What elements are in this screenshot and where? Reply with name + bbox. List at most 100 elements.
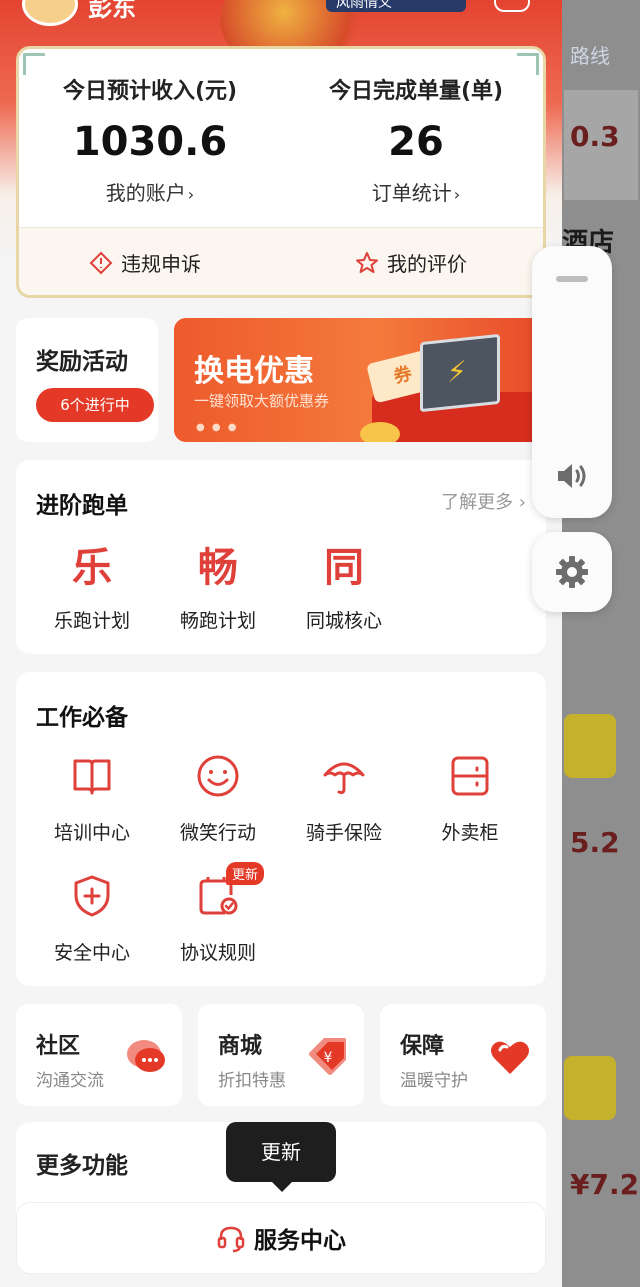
reward-count-pill: 6个进行中 — [36, 388, 154, 422]
background-value: 5.2 — [570, 826, 620, 859]
card-subtitle: 温暖守护 — [400, 1071, 468, 1091]
income-card: 今日预计收入(元) 1030.6 我的账户 › 今日完成单量(单) 26 订单统计… — [16, 46, 546, 298]
update-tooltip: 更新 — [226, 1122, 336, 1192]
le-glyph-icon: 乐 — [72, 545, 112, 591]
violation-appeal-label: 违规申诉 — [121, 252, 201, 276]
work-item[interactable]: 外卖柜 — [406, 748, 534, 845]
protection-card[interactable]: 保障 温暖守护 — [380, 1004, 546, 1106]
work-essentials-section: 工作必备 培训中心 微笑行动 骑手保险 外卖柜 安全中心 协议规则 更新 — [16, 672, 546, 986]
my-account-link[interactable]: 我的账户 › — [35, 177, 265, 206]
shield-plus-icon — [74, 875, 110, 917]
work-item[interactable]: 骑手保险 — [280, 748, 408, 845]
service-center-button[interactable]: 服务中心 — [16, 1202, 546, 1274]
order-stats-label: 订单统计 — [371, 181, 452, 205]
work-item-label: 协议规则 — [179, 942, 256, 964]
my-account-label: 我的账户 — [105, 181, 186, 205]
background-value: ¥7.2 — [570, 1168, 640, 1201]
smile-icon-wrap — [154, 748, 282, 804]
speaker-icon[interactable] — [552, 456, 592, 496]
star-icon — [356, 251, 378, 273]
user-name: 彭东 — [88, 0, 136, 22]
corner-ornament — [517, 53, 539, 75]
route-link[interactable]: 路线 — [570, 40, 610, 69]
volume-panel[interactable] — [532, 246, 612, 518]
card-subtitle: 折扣特惠 — [218, 1071, 286, 1091]
book-icon — [73, 759, 111, 795]
work-item-label: 骑手保险 — [305, 822, 382, 844]
work-item[interactable]: 安全中心 — [28, 868, 156, 965]
chevron-right-icon: › — [453, 185, 461, 204]
income-card-footer: 违规申诉 我的评价 — [19, 227, 543, 295]
gear-icon — [556, 556, 588, 588]
reward-title: 奖励活动 — [36, 349, 128, 375]
cabinet-icon — [451, 756, 489, 796]
income-value: 1030.6 — [72, 119, 228, 165]
banner-pagination-dots: ● ● ● — [196, 422, 239, 433]
advanced-item[interactable]: 同 同城核心 — [280, 536, 408, 633]
advanced-item-label: 同城核心 — [305, 610, 382, 632]
advanced-title: 进阶跑单 — [36, 493, 128, 519]
header-mini-icon[interactable] — [494, 0, 530, 12]
settings-button[interactable] — [532, 532, 612, 612]
warning-diamond-icon — [89, 251, 113, 274]
chang-glyph-icon: 畅 — [198, 545, 238, 591]
income-stat: 今日预计收入(元) 1030.6 我的账户 › — [35, 73, 265, 206]
orders-value: 26 — [388, 119, 444, 165]
advanced-item-label: 乐跑计划 — [53, 610, 130, 632]
card-title: 社区 — [36, 1034, 81, 1059]
work-item-label: 安全中心 — [53, 942, 130, 964]
smile-icon — [197, 755, 239, 797]
price-tag-icon: ¥ — [309, 1038, 346, 1075]
card-title: 保障 — [400, 1034, 445, 1059]
avatar[interactable] — [22, 0, 78, 26]
battery-box-graphic — [420, 333, 500, 413]
new-badge: 更新 — [226, 862, 265, 885]
chat-bubble-icon — [127, 1040, 165, 1072]
work-item-label: 外卖柜 — [441, 822, 499, 844]
volume-slider-handle[interactable] — [556, 276, 588, 282]
my-rating-button[interactable]: 我的评价 — [355, 248, 467, 277]
mall-card[interactable]: 商城 折扣特惠 ¥ — [198, 1004, 364, 1106]
card-subtitle: 沟通交流 — [36, 1071, 104, 1091]
umbrella-icon-wrap — [280, 748, 408, 804]
background-value: 0.3 — [570, 120, 620, 153]
background-yellow-button[interactable] — [564, 714, 616, 778]
orders-label: 今日完成单量(单) — [328, 79, 504, 104]
headset-icon — [217, 1226, 245, 1253]
orders-stat: 今日完成单量(单) 26 订单统计 › — [301, 73, 531, 206]
my-rating-label: 我的评价 — [387, 252, 467, 276]
work-item[interactable]: 培训中心 — [28, 748, 156, 845]
more-functions-title: 更多功能 — [36, 1153, 128, 1179]
order-stats-link[interactable]: 订单统计 › — [301, 177, 531, 206]
work-item-label: 微笑行动 — [179, 822, 256, 844]
advanced-item[interactable]: 畅 畅跑计划 — [154, 536, 282, 633]
umbrella-icon — [323, 762, 365, 795]
work-item-label: 培训中心 — [53, 822, 130, 844]
work-title: 工作必备 — [36, 705, 128, 731]
coin-graphic — [360, 422, 400, 442]
heart-icon — [491, 1041, 529, 1074]
community-card[interactable]: 社区 沟通交流 — [16, 1004, 182, 1106]
advanced-section: 进阶跑单 了解更多 › 乐 乐跑计划 畅 畅跑计划 同 同城核心 — [16, 460, 546, 654]
shield-plus-icon-wrap — [28, 868, 156, 924]
book-icon-wrap — [28, 748, 156, 804]
work-item[interactable]: 协议规则 更新 — [154, 862, 282, 965]
side-drawer: 彭东 风雨情义 今日预计收入(元) 1030.6 我的账户 › 今日完成单量(单)… — [0, 0, 562, 1287]
income-label: 今日预计收入(元) — [62, 79, 238, 104]
background-yellow-button[interactable] — [564, 1056, 616, 1120]
reward-activity-card[interactable]: 奖励活动 6个进行中 — [16, 318, 158, 442]
learn-more-link[interactable]: 了解更多 › — [441, 488, 526, 514]
banner-title: 换电优惠 — [194, 354, 314, 389]
battery-swap-banner[interactable]: 券 换电优惠 一键领取大额优惠券 ● ● ● — [174, 318, 546, 442]
violation-appeal-button[interactable]: 违规申诉 — [89, 248, 201, 277]
banner-subtitle: 一键领取大额优惠券 — [194, 392, 330, 410]
user-badge[interactable]: 风雨情义 — [326, 0, 466, 12]
corner-ornament — [23, 53, 45, 75]
work-item[interactable]: 微笑行动 — [154, 748, 282, 845]
background-list: 路线 0.3 酒店 5.2 ¥7.2 — [562, 0, 640, 1287]
tong-glyph-icon: 同 — [324, 545, 364, 591]
advanced-item[interactable]: 乐 乐跑计划 — [28, 536, 156, 633]
advanced-item-label: 畅跑计划 — [179, 610, 256, 632]
cabinet-icon-wrap — [406, 748, 534, 804]
card-title: 商城 — [218, 1034, 263, 1059]
